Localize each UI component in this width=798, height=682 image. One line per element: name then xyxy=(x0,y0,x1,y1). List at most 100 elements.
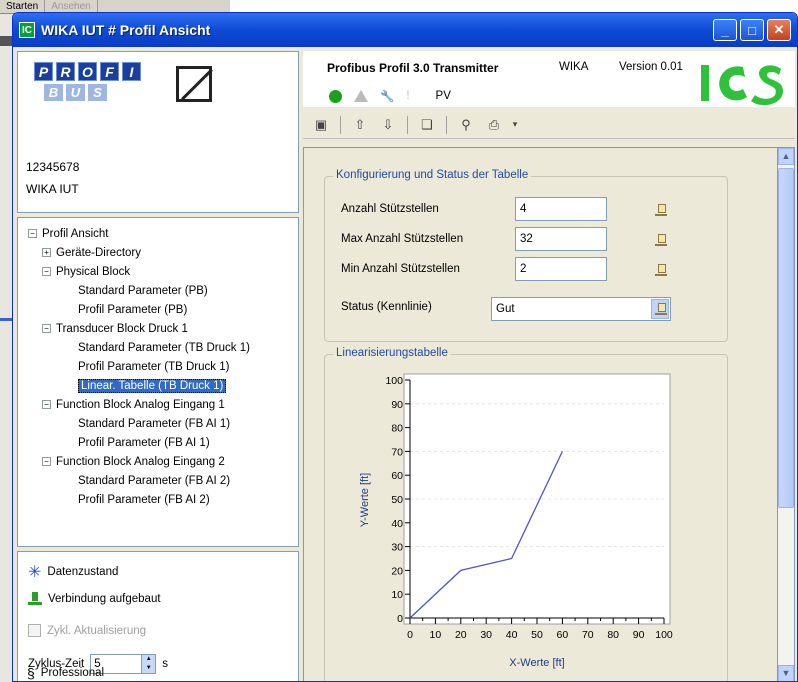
param-value-field[interactable]: 4 xyxy=(515,197,607,221)
tree-item[interactable]: − Function Block Analog Eingang 2 xyxy=(18,452,298,471)
close-icon[interactable]: ✕ xyxy=(767,19,791,41)
tree-item-label: Standard Parameter (PB) xyxy=(78,284,208,297)
write-param-icon[interactable] xyxy=(655,302,667,316)
collapse-icon[interactable]: − xyxy=(42,267,51,276)
collapse-icon[interactable]: − xyxy=(42,400,51,409)
toolbar: ▣ ⇧ ⇩ ❏ ⚲ ⎙ ▾ xyxy=(303,111,795,139)
ics-logo xyxy=(701,65,783,106)
collapse-icon[interactable]: − xyxy=(28,229,37,238)
tree-item[interactable]: Standard Parameter (FB AI 1) xyxy=(18,414,298,433)
status-select-value: Gut xyxy=(496,303,515,315)
tree-item[interactable]: − Transducer Block Druck 1 xyxy=(18,319,298,338)
tree-item[interactable]: + Geräte-Directory xyxy=(18,243,298,262)
param-row: Max Anzahl Stützstellen 32 xyxy=(341,227,607,251)
print-icon[interactable]: ⎙ xyxy=(482,114,506,136)
param-label: Min Anzahl Stützstellen xyxy=(341,263,460,275)
y-tick-label: 80 xyxy=(391,423,403,435)
vendor-label: WIKA xyxy=(559,61,589,73)
write-param-icon[interactable] xyxy=(655,203,667,217)
edition-row: § Professional xyxy=(27,665,104,681)
y-tick-label: 60 xyxy=(391,470,403,482)
write-param-icon[interactable] xyxy=(655,263,667,277)
y-tick-label: 70 xyxy=(391,446,403,458)
profile-tree: − Profil Ansicht + Geräte-Directory − Physica… xyxy=(17,217,299,547)
window-title: WIKA IUT # Profil Ansicht xyxy=(41,22,211,38)
version-label: Version 0.01 xyxy=(619,61,683,73)
collapse-icon[interactable]: − xyxy=(42,457,51,466)
left-panel: P R O F I B U S 12345678 WIKA IUT − Profi… xyxy=(17,51,299,681)
device-header: Profibus Profil 3.0 Transmitter WIKA Ver… xyxy=(303,51,795,107)
tree-item[interactable]: Profil Parameter (FB AI 2) xyxy=(18,490,298,509)
x-tick-label: 90 xyxy=(633,629,645,641)
edition-label: Professional xyxy=(40,667,105,679)
config-group: Konfigurierung und Status der Tabelle An… xyxy=(324,169,728,342)
tree-item[interactable]: Standard Parameter (TB Druck 1) xyxy=(18,338,298,357)
y-tick-label: 50 xyxy=(391,494,403,506)
tree-item[interactable]: − Function Block Analog Eingang 1 xyxy=(18,395,298,414)
tree-item-label: Standard Parameter (FB AI 2) xyxy=(78,474,231,487)
profibus-letter: P xyxy=(34,62,53,81)
tree-item[interactable]: Profil Parameter (PB) xyxy=(18,300,298,319)
device-name: WIKA IUT xyxy=(26,182,79,196)
param-value-field[interactable]: 2 xyxy=(515,257,607,281)
write-param-icon[interactable] xyxy=(655,233,667,247)
connection-icon xyxy=(28,592,42,606)
cyclic-update-row[interactable]: Zykl. Aktualisierung xyxy=(28,624,146,637)
title-bar[interactable]: IC WIKA IUT # Profil Ansicht _ □ ✕ xyxy=(13,13,797,47)
tree-item-label: Profil Parameter (FB AI 2) xyxy=(78,493,210,506)
expand-icon[interactable]: + xyxy=(42,248,51,257)
tree-item[interactable]: Profil Parameter (TB Druck 1) xyxy=(18,357,298,376)
profibus-letter: U xyxy=(66,84,85,101)
collapse-icon[interactable]: − xyxy=(42,324,51,333)
tree-item[interactable]: − Profil Ansicht xyxy=(18,224,298,243)
x-tick-label: 50 xyxy=(531,629,543,641)
tree-item[interactable]: Standard Parameter (PB) xyxy=(18,281,298,300)
tree-item[interactable]: Standard Parameter (FB AI 2) xyxy=(18,471,298,490)
tree-item-label: Function Block Analog Eingang 1 xyxy=(56,398,225,411)
scroll-up-icon[interactable]: ▲ xyxy=(778,148,794,165)
warning-icon xyxy=(354,90,368,102)
y-tick-label: 10 xyxy=(391,589,403,601)
cyclic-update-checkbox[interactable] xyxy=(28,624,41,637)
x-tick-label: 10 xyxy=(430,629,442,641)
tree-item[interactable]: Profil Parameter (FB AI 1) xyxy=(18,433,298,452)
profibus-letter: F xyxy=(100,62,119,81)
connection-label: Verbindung aufgebaut xyxy=(48,593,161,605)
param-row: Min Anzahl Stützstellen 2 xyxy=(341,257,607,281)
chevron-down-icon[interactable]: ▾ xyxy=(510,114,520,136)
cycle-time-unit: s xyxy=(162,658,168,670)
x-tick-label: 40 xyxy=(506,629,518,641)
tree-item[interactable]: − Physical Block xyxy=(18,262,298,281)
spin-down-icon[interactable]: ▼ xyxy=(142,664,156,673)
tree-item-label: Function Block Analog Eingang 2 xyxy=(56,455,225,468)
spin-up-icon[interactable]: ▲ xyxy=(142,655,156,664)
vertical-scrollbar[interactable]: ▲ ▼ xyxy=(777,147,795,681)
scroll-down-icon[interactable]: ▼ xyxy=(778,665,794,681)
status-label: Status (Kennlinie) xyxy=(341,301,432,313)
x-tick-label: 20 xyxy=(455,629,467,641)
scroll-thumb[interactable] xyxy=(778,168,794,508)
status-select[interactable]: Gut ▼ xyxy=(491,297,671,321)
profibus-letter: B xyxy=(44,84,63,101)
tree-item[interactable]: Linear. Tabelle (TB Druck 1) xyxy=(18,376,298,395)
x-axis-label: X-Werte [ft] xyxy=(509,657,564,669)
minimize-icon[interactable]: _ xyxy=(713,19,737,41)
binoculars-icon[interactable]: ⚲ xyxy=(454,114,478,136)
download-icon[interactable]: ⇩ xyxy=(376,114,400,136)
maximize-icon[interactable]: □ xyxy=(740,19,764,41)
status-row: Status (Kennlinie) xyxy=(341,301,515,313)
section-icon: § xyxy=(27,665,35,681)
status-ok-icon xyxy=(329,89,342,103)
y-tick-label: 100 xyxy=(385,375,403,387)
transmitter-symbol-icon xyxy=(176,66,212,102)
param-row: Anzahl Stützstellen 4 xyxy=(341,197,607,221)
linearization-group-caption: Linearisierungstabelle xyxy=(333,347,451,359)
tree-item-label: Transducer Block Druck 1 xyxy=(56,322,188,335)
wrench-icon: 🔧 xyxy=(380,91,395,103)
window-icon[interactable]: ▣ xyxy=(309,114,333,136)
param-value-field[interactable]: 32 xyxy=(515,227,607,251)
upload-icon[interactable]: ⇧ xyxy=(348,114,372,136)
tree-item-label: Geräte-Directory xyxy=(56,246,141,259)
tree-item-label: Profil Ansicht xyxy=(42,227,109,240)
copy-icon[interactable]: ❏ xyxy=(415,114,439,136)
